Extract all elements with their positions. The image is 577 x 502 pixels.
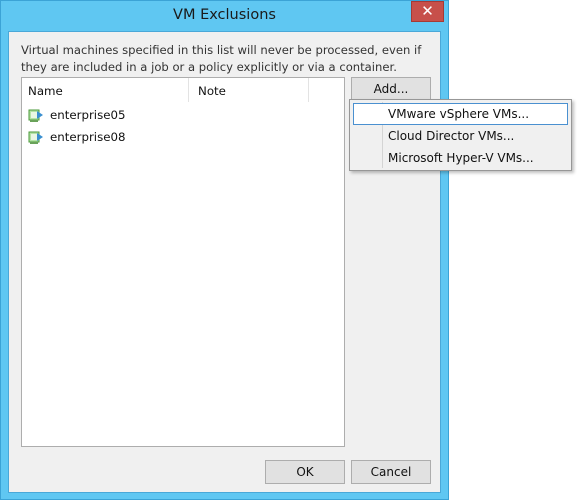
cancel-button[interactable]: Cancel — [351, 460, 431, 484]
close-button[interactable]: ✕ — [411, 1, 444, 22]
vm-icon — [28, 131, 43, 144]
list-header: Name Note — [22, 78, 344, 102]
menu-item-cloud-director[interactable]: Cloud Director VMs... — [353, 125, 568, 147]
vm-name: enterprise08 — [50, 130, 126, 144]
add-dropdown-menu: VMware vSphere VMs... Cloud Director VMs… — [349, 99, 572, 171]
description-text: Virtual machines specified in this list … — [21, 43, 422, 74]
exclusions-list[interactable]: Name Note enterprise05 enterprise08 — [21, 77, 345, 447]
column-divider[interactable] — [308, 78, 309, 102]
column-divider[interactable] — [188, 78, 189, 102]
vm-exclusions-dialog: VM Exclusions ✕ Virtual machines specifi… — [0, 0, 449, 500]
menu-item-hyper-v[interactable]: Microsoft Hyper-V VMs... — [353, 147, 568, 169]
vm-icon — [28, 109, 43, 122]
column-header-note[interactable]: Note — [198, 84, 226, 98]
list-item[interactable]: enterprise05 — [28, 105, 126, 125]
vm-name: enterprise05 — [50, 108, 126, 122]
add-button[interactable]: Add... — [351, 77, 431, 101]
column-header-name[interactable]: Name — [28, 84, 63, 98]
close-icon: ✕ — [421, 2, 434, 20]
list-item[interactable]: enterprise08 — [28, 127, 126, 147]
menu-item-vmware-vsphere[interactable]: VMware vSphere VMs... — [353, 103, 568, 125]
title-bar[interactable]: VM Exclusions ✕ — [1, 1, 448, 31]
dialog-title: VM Exclusions — [173, 7, 276, 23]
ok-button[interactable]: OK — [265, 460, 345, 484]
